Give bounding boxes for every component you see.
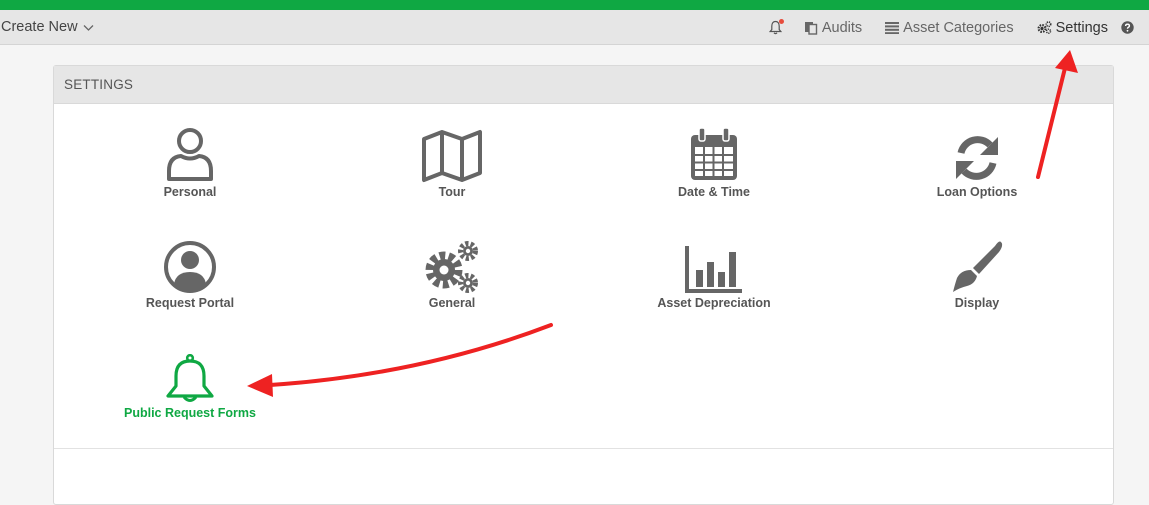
tile-tour-label: Tour — [438, 185, 466, 199]
copy-icon — [804, 21, 818, 35]
refresh-icon — [956, 136, 998, 180]
cogs-icon — [425, 241, 478, 293]
calendar-icon — [691, 127, 737, 180]
tile-personal-label: Personal — [163, 185, 217, 199]
create-new-dropdown[interactable]: Create New — [1, 10, 94, 45]
cogs-icon — [1037, 21, 1052, 34]
bell-icon — [166, 354, 214, 402]
list-icon — [885, 21, 900, 34]
tile-tour[interactable]: Tour — [352, 125, 552, 199]
nav-asset-categories-label: Asset Categories — [903, 19, 1014, 36]
nav-settings[interactable]: Settings — [1037, 20, 1108, 36]
settings-panel: SETTINGS Personal Tour Date & Time Loan … — [53, 65, 1114, 505]
tile-asset-depreciation[interactable]: Asset Depreciation — [614, 236, 814, 310]
help-icon — [1121, 21, 1134, 34]
settings-panel-title: SETTINGS — [54, 66, 1113, 104]
nav-settings-label: Settings — [1055, 19, 1108, 36]
top-navbar: Create New Audits Asset Categories Setti… — [0, 10, 1149, 45]
chevron-down-icon — [83, 24, 94, 31]
map-icon — [422, 130, 482, 182]
tile-display[interactable]: Display — [877, 236, 1077, 310]
tile-date-time-label: Date & Time — [677, 185, 750, 199]
notifications-button[interactable] — [768, 19, 784, 35]
tile-personal[interactable]: Personal — [90, 125, 290, 199]
notification-dot — [778, 19, 784, 24]
tile-request-portal[interactable]: Request Portal — [90, 236, 290, 310]
panel-divider — [54, 448, 1113, 449]
tile-loan-options-label: Loan Options — [936, 185, 1018, 199]
help-button[interactable] — [1121, 21, 1134, 34]
navbar-right: Audits Asset Categories Settings — [768, 10, 1149, 45]
tile-display-label: Display — [954, 296, 1000, 310]
tile-public-request-forms[interactable]: Public Request Forms — [90, 346, 290, 420]
tile-general[interactable]: General — [352, 236, 552, 310]
tile-asset-depreciation-label: Asset Depreciation — [657, 296, 771, 310]
tile-general-label: General — [428, 296, 476, 310]
nav-audits-label: Audits — [821, 19, 863, 36]
bar-chart-icon — [685, 246, 742, 293]
tile-public-request-forms-label: Public Request Forms — [124, 406, 256, 420]
person-icon — [167, 128, 213, 181]
nav-audits[interactable]: Audits — [804, 20, 862, 36]
user-circle-icon — [164, 241, 216, 293]
tile-request-portal-label: Request Portal — [145, 296, 235, 310]
nav-asset-categories[interactable]: Asset Categories — [885, 19, 1014, 36]
tile-date-time[interactable]: Date & Time — [614, 125, 814, 199]
create-new-label: Create New — [1, 19, 78, 35]
top-accent-bar — [0, 0, 1149, 10]
paintbrush-icon — [953, 241, 1003, 292]
tile-loan-options[interactable]: Loan Options — [877, 125, 1077, 199]
